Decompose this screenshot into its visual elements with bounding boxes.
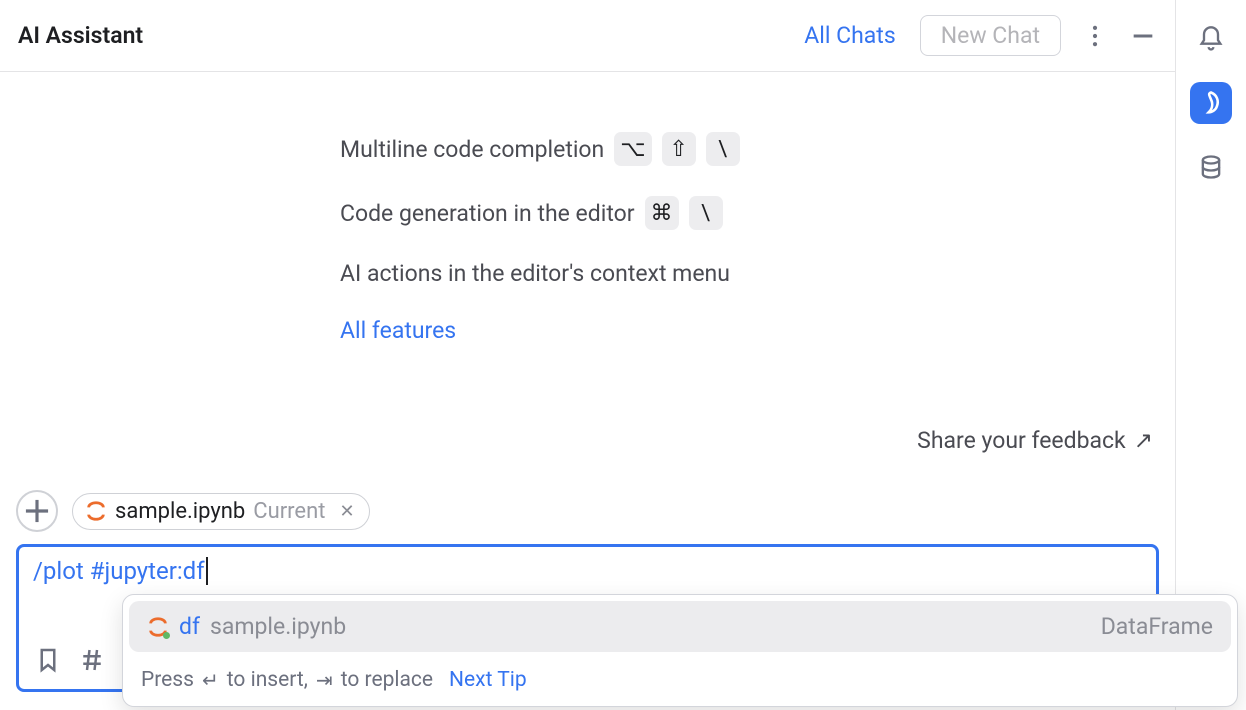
completion-hint: Press ↵ to insert, ⇥ to replace Next Tip bbox=[123, 658, 1237, 706]
hint-insert: to insert, bbox=[227, 668, 308, 692]
header: AI Assistant All Chats New Chat bbox=[0, 0, 1175, 72]
next-tip-link[interactable]: Next Tip bbox=[449, 668, 527, 692]
key-command: ⌘ bbox=[645, 196, 679, 230]
new-chat-button[interactable]: New Chat bbox=[920, 15, 1061, 56]
panel-title: AI Assistant bbox=[18, 22, 143, 49]
notifications-icon[interactable] bbox=[1190, 18, 1232, 60]
key-backslash: \ bbox=[689, 196, 723, 230]
share-feedback-link[interactable]: Share your feedback ↗ bbox=[0, 427, 1175, 478]
external-arrow-icon: ↗ bbox=[1134, 427, 1153, 454]
hint-press: Press bbox=[141, 668, 194, 692]
completion-name: df bbox=[179, 613, 200, 640]
ai-assistant-icon[interactable] bbox=[1190, 82, 1232, 124]
jupyter-icon bbox=[147, 616, 169, 638]
jupyter-icon bbox=[85, 500, 107, 522]
feature-actions: AI actions in the editor's context menu bbox=[340, 260, 1175, 287]
completion-popup: df sample.ipynb DataFrame Press ↵ to ins… bbox=[122, 594, 1238, 707]
key-option: ⌥ bbox=[614, 132, 651, 166]
feature-label: Multiline code completion bbox=[340, 136, 604, 163]
enter-key-icon: ↵ bbox=[202, 668, 219, 692]
database-icon[interactable] bbox=[1190, 146, 1232, 188]
tab-key-icon: ⇥ bbox=[316, 668, 333, 692]
completion-file: sample.ipynb bbox=[210, 613, 346, 640]
text-cursor bbox=[206, 557, 208, 585]
features-list: Multiline code completion ⌥ ⇧ \ Code gen… bbox=[0, 72, 1175, 427]
context-filename: sample.ipynb bbox=[115, 499, 245, 524]
hash-icon[interactable] bbox=[77, 645, 107, 675]
feature-multiline: Multiline code completion ⌥ ⇧ \ bbox=[340, 132, 1175, 166]
more-icon[interactable] bbox=[1081, 22, 1109, 50]
close-icon[interactable]: ✕ bbox=[339, 501, 354, 522]
feature-label: AI actions in the editor's context menu bbox=[340, 260, 730, 287]
completion-item[interactable]: df sample.ipynb DataFrame bbox=[129, 601, 1231, 652]
feedback-label: Share your feedback bbox=[917, 427, 1126, 454]
key-backslash: \ bbox=[706, 132, 740, 166]
typed-text: /plot #jupyter:df bbox=[33, 557, 205, 585]
minimize-icon[interactable] bbox=[1129, 22, 1157, 50]
feature-label: Code generation in the editor bbox=[340, 200, 635, 227]
all-chats-link[interactable]: All Chats bbox=[804, 22, 895, 49]
completion-type: DataFrame bbox=[1101, 613, 1213, 640]
hint-replace: to replace bbox=[341, 668, 433, 692]
add-context-button[interactable] bbox=[16, 490, 58, 532]
bookmark-icon[interactable] bbox=[33, 645, 63, 675]
context-chip[interactable]: sample.ipynb Current ✕ bbox=[72, 493, 370, 530]
all-features-link[interactable]: All features bbox=[340, 317, 456, 344]
feature-codegen: Code generation in the editor ⌘ \ bbox=[340, 196, 1175, 230]
key-shift: ⇧ bbox=[662, 132, 696, 166]
context-current-label: Current bbox=[253, 499, 325, 524]
